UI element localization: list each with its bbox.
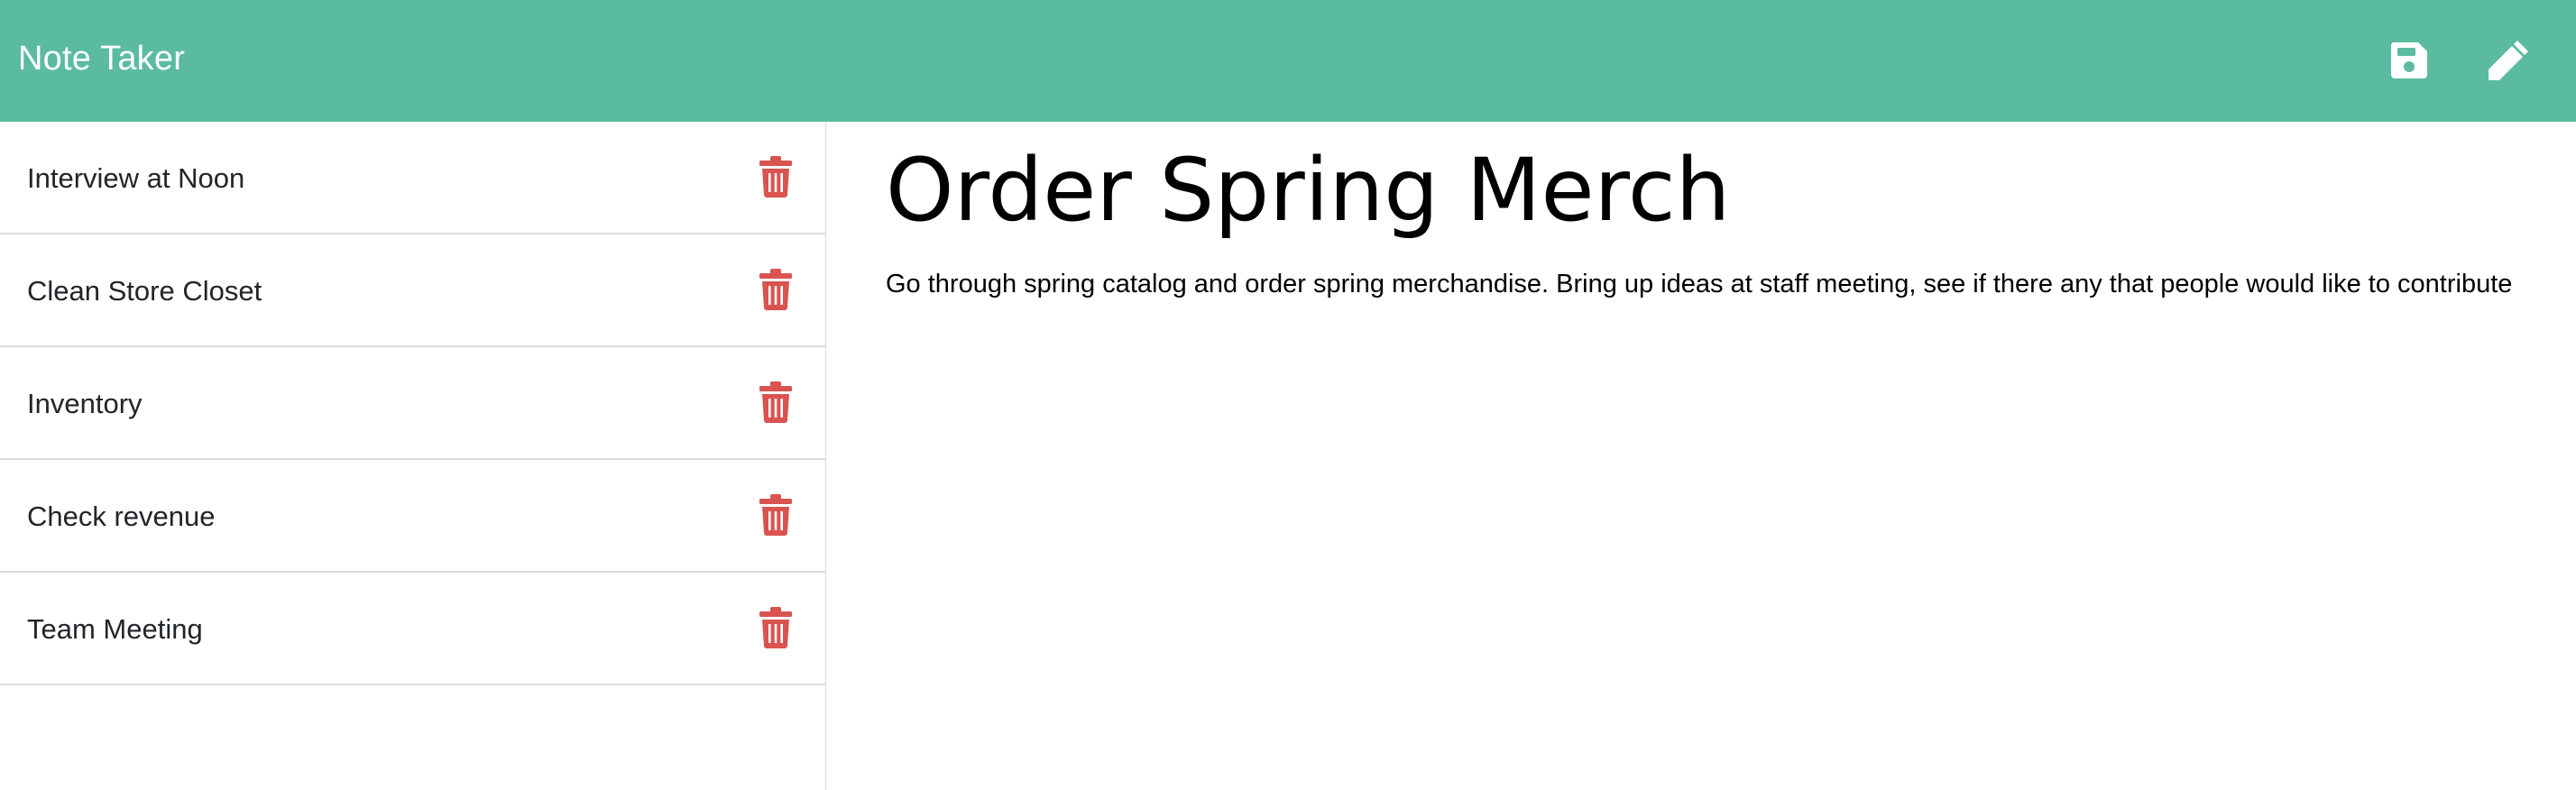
notes-sidebar: Interview at Noon Clean Store Closet Inv… <box>0 122 826 790</box>
list-item[interactable]: Interview at Noon <box>0 122 825 234</box>
pencil-icon <box>2489 41 2528 80</box>
list-item[interactable]: Team Meeting <box>0 573 825 685</box>
trash-icon[interactable] <box>759 269 792 310</box>
brand-link[interactable]: Note Taker <box>18 0 185 122</box>
list-item-title[interactable]: Clean Store Closet <box>27 234 262 347</box>
note-editor: Go through spring catalog and order spri… <box>826 122 2576 790</box>
trash-icon[interactable] <box>759 156 792 198</box>
note-title-input[interactable] <box>886 138 2509 243</box>
list-item-title[interactable]: Interview at Noon <box>27 122 244 234</box>
list-item-title[interactable]: Team Meeting <box>27 573 203 685</box>
trash-icon[interactable] <box>759 607 792 648</box>
trash-icon[interactable] <box>759 381 792 423</box>
save-note-button[interactable] <box>2382 33 2436 87</box>
floppy-disk-icon <box>2390 42 2427 78</box>
list-item[interactable]: Clean Store Closet <box>0 234 825 347</box>
new-note-button[interactable] <box>2481 33 2535 87</box>
list-item[interactable]: Inventory <box>0 347 825 460</box>
list-item-title[interactable]: Inventory <box>27 347 143 460</box>
trash-icon[interactable] <box>759 494 792 536</box>
list-item-title[interactable]: Check revenue <box>27 460 216 573</box>
list-item[interactable]: Check revenue <box>0 460 825 573</box>
navbar: Note Taker <box>0 0 2576 122</box>
note-text-area[interactable]: Go through spring catalog and order spri… <box>886 266 2563 717</box>
notes-list: Interview at Noon Clean Store Closet Inv… <box>0 122 825 685</box>
note-taker-app: Note Taker Interview at Noon Clean Store… <box>0 0 2576 790</box>
